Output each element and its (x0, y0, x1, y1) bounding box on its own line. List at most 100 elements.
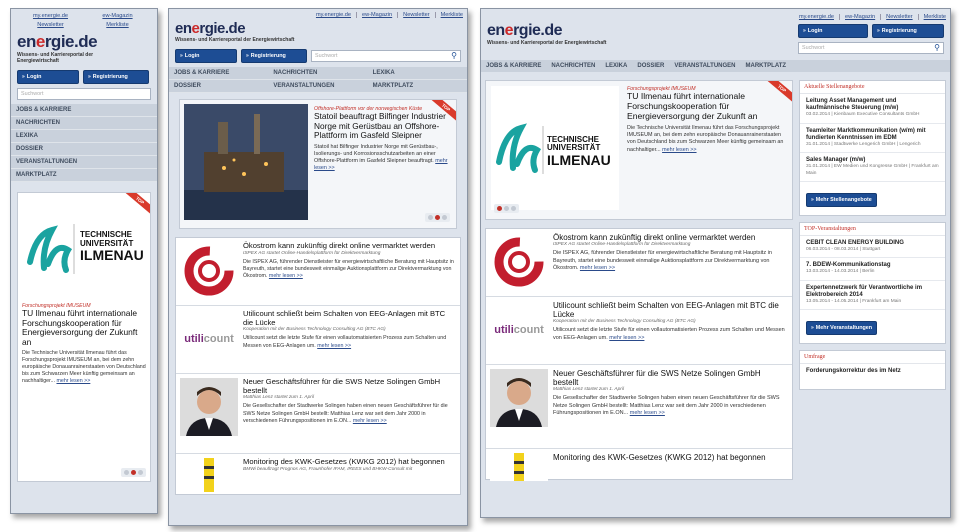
nav-jobs[interactable]: JOBS & KARRIERE (11, 104, 157, 117)
news-title[interactable]: Neuer Geschäftsführer für die SWS Netze … (553, 369, 788, 387)
nav-lexika[interactable]: LEXIKA (367, 67, 467, 80)
nav-dossier[interactable]: DOSSIER (169, 80, 269, 93)
news-more-link[interactable]: mehr lesen >> (609, 335, 644, 341)
news-title[interactable]: Neuer Geschäftsführer für die SWS Netze … (243, 377, 456, 395)
search-input[interactable]: Suchwort ⚲ (798, 42, 944, 54)
nav-lexika[interactable]: LEXIKA (600, 60, 632, 72)
featured-teaser[interactable]: TOP TECHNISCHE UNIVERSITÄT ILMENAU Forsc… (485, 80, 793, 220)
nav-dossier[interactable]: DOSSIER (11, 143, 157, 156)
search-icon[interactable]: ⚲ (451, 51, 457, 60)
job-item[interactable]: Teamleiter Marktkommunikation (w/m) mit … (800, 124, 945, 154)
nav-lexika[interactable]: LEXIKA (11, 130, 157, 143)
ew-magazin-link[interactable]: ew-Magazin (84, 13, 151, 19)
news-more-link[interactable]: mehr lesen >> (269, 273, 303, 279)
nav-veranstaltungen[interactable]: VERANSTALTUNGEN (268, 80, 368, 93)
slider-dot[interactable] (442, 215, 447, 220)
utilicount-logo: utilicount (180, 310, 238, 368)
event-item[interactable]: 7. BDEW-Kommunikationstag 13.03.2014 - 14… (800, 258, 945, 281)
news-more-link[interactable]: mehr lesen >> (580, 265, 615, 271)
featured-teaser[interactable]: TOP TECHNISCHE UNIVERSITÄT ILMENAU Forsc… (17, 192, 151, 482)
nav-jobs[interactable]: JOBS & KARRIERE (481, 60, 546, 72)
news-item[interactable]: Neuer Geschäftsführer für die SWS Netze … (176, 374, 460, 454)
nav-nachrichten[interactable]: NACHRICHTEN (11, 117, 157, 130)
event-item[interactable]: CEBIT CLEAN ENERGY BUILDING 06.03.2014 - … (800, 236, 945, 259)
news-title[interactable]: Monitoring des KWK-Gesetzes (KWKG 2012) … (243, 457, 445, 467)
tu-logo-line3: ILMENAU (547, 151, 611, 168)
featured-title[interactable]: Statoil beauftragt Bilfinger Industrier … (314, 111, 452, 141)
news-item[interactable]: Ökostrom kann zukünftig direkt online ve… (176, 238, 460, 306)
site-logo[interactable]: energie.de (487, 22, 606, 40)
featured-more-link[interactable]: mehr lesen >> (662, 147, 696, 153)
news-item[interactable]: Neuer Geschäftsführer für die SWS Netze … (486, 365, 792, 449)
news-title[interactable]: Ökostrom kann zukünftig direkt online ve… (553, 233, 788, 242)
news-title[interactable]: Utilicount schließt beim Schalten von EE… (553, 301, 788, 319)
site-logo[interactable]: energie.de (175, 20, 461, 37)
slider-dot[interactable] (138, 470, 143, 475)
my-energie-link[interactable]: my.energie.de (316, 12, 351, 18)
news-title[interactable]: Ökostrom kann zukünftig direkt online ve… (243, 241, 456, 251)
nav-marktplatz[interactable]: MARKTPLATZ (367, 80, 467, 93)
job-title[interactable]: Teamleiter Marktkommunikation (w/m) mit … (806, 128, 939, 142)
news-item[interactable]: utilicount Utilicount schließt beim Scha… (486, 297, 792, 365)
newsletter-link[interactable]: Newsletter (886, 14, 912, 20)
event-item[interactable]: Expertennetzwerk für Verantwortliche im … (800, 281, 945, 311)
kwk-graphic (204, 458, 214, 492)
slider-dot[interactable] (504, 206, 509, 211)
news-item[interactable]: Ökostrom kann zukünftig direkt online ve… (486, 229, 792, 297)
slider-dot-active[interactable] (435, 215, 440, 220)
news-more-link[interactable]: mehr lesen >> (317, 343, 351, 349)
slider-dot[interactable] (428, 215, 433, 220)
job-title[interactable]: Leitung Asset Management und kaufmännisc… (806, 98, 939, 112)
my-energie-link[interactable]: my.energie.de (799, 14, 834, 20)
login-button[interactable]: » Login (175, 49, 237, 63)
nav-nachrichten[interactable]: NACHRICHTEN (268, 67, 368, 80)
register-button[interactable]: » Registrierung (872, 24, 944, 38)
jobs-heading: Aktuelle Stellenangebote (800, 81, 945, 94)
merkliste-link[interactable]: Merkliste (924, 14, 946, 20)
newsletter-link[interactable]: Newsletter (403, 12, 429, 18)
news-more-link[interactable]: mehr lesen >> (353, 418, 387, 424)
nav-marktplatz[interactable]: MARKTPLATZ (741, 60, 792, 72)
featured-title[interactable]: TU Ilmenau führt internationale Forschun… (22, 308, 146, 348)
nav-veranstaltungen[interactable]: VERANSTALTUNGEN (11, 156, 157, 169)
merkliste-link[interactable]: Merkliste (441, 12, 463, 18)
featured-more-link[interactable]: mehr lesen >> (56, 378, 90, 384)
event-title[interactable]: Expertennetzwerk für Verantwortliche im … (806, 285, 939, 299)
nav-veranstaltungen[interactable]: VERANSTALTUNGEN (669, 60, 740, 72)
news-title[interactable]: Monitoring des KWK-Gesetzes (KWKG 2012) … (553, 453, 766, 462)
slider-dot[interactable] (511, 206, 516, 211)
my-energie-link[interactable]: my.energie.de (17, 13, 84, 19)
register-button[interactable]: » Registrierung (83, 70, 149, 84)
slider-dot[interactable] (124, 470, 129, 475)
survey-question[interactable]: Forderungskorrektur des im Netz (800, 364, 945, 379)
ew-magazin-link[interactable]: ew-Magazin (362, 12, 392, 18)
news-item[interactable]: Monitoring des KWK-Gesetzes (KWKG 2012) … (486, 449, 792, 481)
news-more-link[interactable]: mehr lesen >> (630, 410, 665, 416)
nav-jobs[interactable]: JOBS & KARRIERE (169, 67, 269, 80)
search-input[interactable]: Suchwort ⚲ (311, 50, 461, 62)
nav-dossier[interactable]: DOSSIER (632, 60, 669, 72)
news-title[interactable]: Utilicount schließt beim Schalten von EE… (243, 309, 456, 327)
register-button[interactable]: » Registrierung (241, 49, 307, 63)
search-input[interactable]: Suchwort (17, 88, 151, 100)
slider-dot-active[interactable] (497, 206, 502, 211)
slider-dot-active[interactable] (131, 470, 136, 475)
search-icon[interactable]: ⚲ (934, 43, 940, 52)
merkliste-link[interactable]: Merkliste (84, 22, 151, 28)
more-events-button[interactable]: » Mehr Veranstaltungen (806, 321, 878, 336)
more-jobs-button[interactable]: » Mehr Stellenangebote (806, 192, 877, 207)
job-item[interactable]: Sales Manager (m/w) 31.01.2014 | EW Medie… (800, 153, 945, 182)
nav-marktplatz[interactable]: MARKTPLATZ (11, 169, 157, 182)
event-title[interactable]: CEBIT CLEAN ENERGY BUILDING (806, 240, 939, 247)
news-item[interactable]: Monitoring des KWK-Gesetzes (KWKG 2012) … (176, 454, 460, 494)
login-button[interactable]: » Login (798, 24, 868, 38)
job-item[interactable]: Leitung Asset Management und kaufmännisc… (800, 94, 945, 124)
ew-magazin-link[interactable]: ew-Magazin (845, 14, 875, 20)
newsletter-link[interactable]: Newsletter (17, 22, 84, 28)
site-logo[interactable]: energie.de (17, 32, 151, 52)
nav-nachrichten[interactable]: NACHRICHTEN (546, 60, 600, 72)
login-button[interactable]: » Login (17, 70, 79, 84)
featured-title[interactable]: TU Ilmenau führt internationale Forschun… (627, 91, 787, 122)
news-item[interactable]: utilicount Utilicount schließt beim Scha… (176, 306, 460, 374)
featured-teaser[interactable]: TOP Offshore-Plattform vor der norwegisc… (179, 99, 457, 229)
